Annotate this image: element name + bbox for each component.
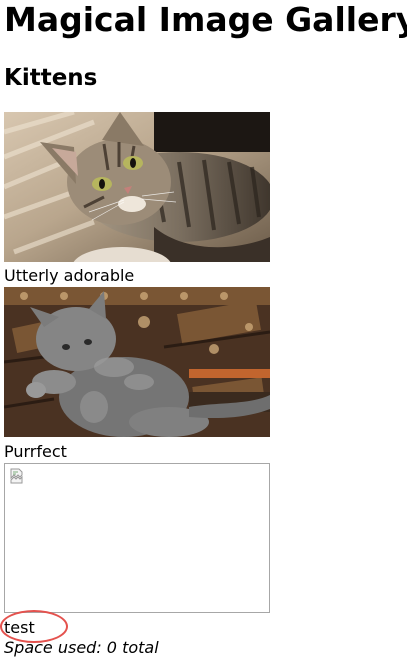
section-title: Kittens [4,65,98,91]
broken-image-icon [10,468,23,484]
photo-caption-2: Purrfect [4,442,67,461]
grey-kitten-photo[interactable] [4,287,270,437]
broken-image-placeholder[interactable] [4,463,270,613]
tabby-kitten-photo[interactable] [4,112,270,262]
space-used-status: Space used: 0 total [4,638,159,657]
page-title: Magical Image Gallery [4,0,407,39]
photo-caption-1: Utterly adorable [4,266,135,285]
photo-caption-3: test [4,618,35,637]
